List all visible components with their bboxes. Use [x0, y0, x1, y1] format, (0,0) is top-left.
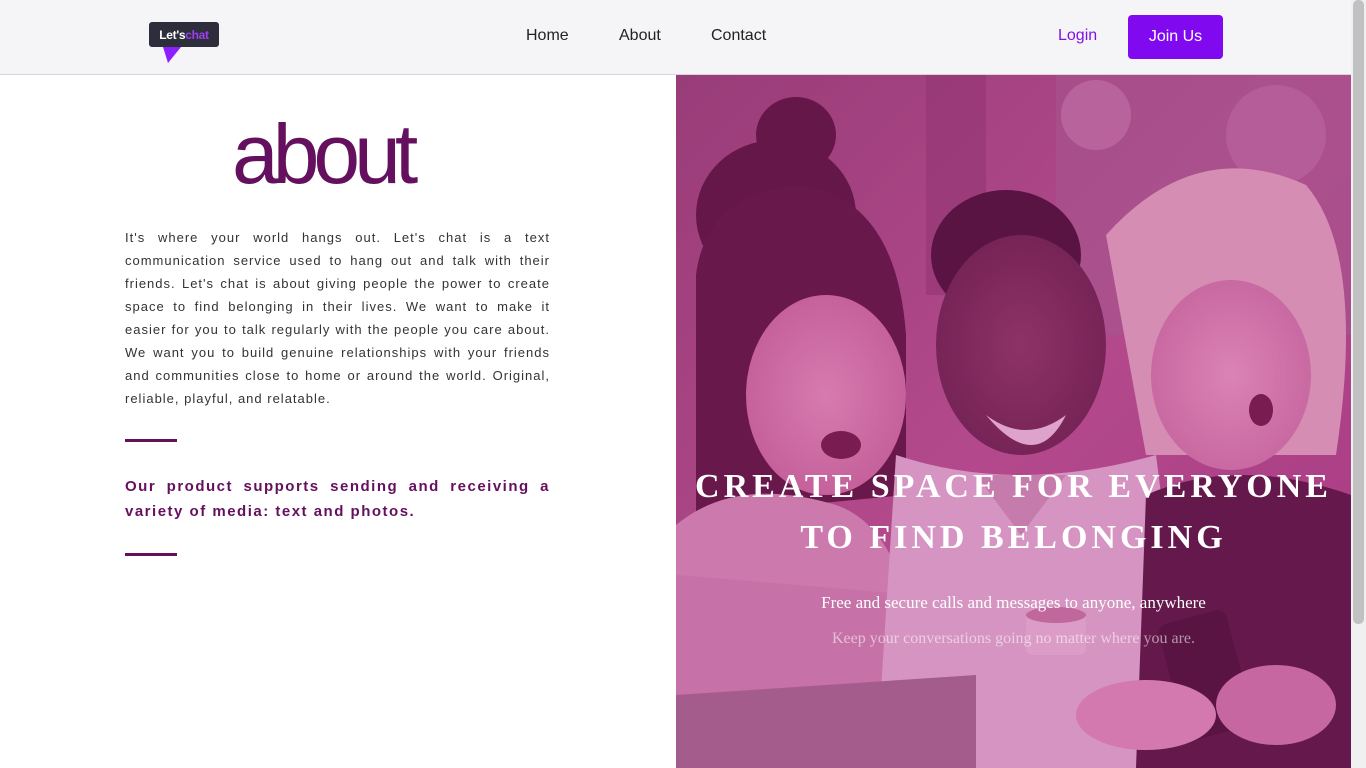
logo-text-lets: Let's — [159, 27, 186, 42]
divider-line — [125, 439, 177, 442]
divider-line — [125, 553, 177, 556]
lets-chat-logo[interactable]: Let's chat — [149, 22, 221, 64]
product-statement: Our product supports sending and receivi… — [125, 478, 550, 520]
nav-home-link[interactable]: Home — [526, 27, 569, 45]
navbar: Let's chat Home About Contact Login Join … — [0, 0, 1351, 75]
logo-bubble: Let's chat — [149, 22, 219, 47]
about-description: It's where your world hangs out. Let's c… — [125, 230, 550, 406]
friends-photo-image — [676, 75, 1351, 768]
vertical-scrollbar[interactable] — [1351, 0, 1366, 768]
about-heading: about — [232, 107, 418, 201]
hero-section: CREATE SPACE FOR EVERYONE TO FIND BELONG… — [676, 75, 1351, 768]
hero-secondary-subtitle: Keep your conversations going no matter … — [832, 630, 1195, 647]
logo-speech-tail-icon — [163, 47, 181, 63]
hero-subtitle: Free and secure calls and messages to an… — [821, 593, 1206, 612]
scrollbar-thumb[interactable] — [1353, 0, 1364, 624]
nav-contact-link[interactable]: Contact — [711, 27, 766, 45]
nav-about-link[interactable]: About — [619, 27, 661, 45]
join-us-button[interactable]: Join Us — [1128, 15, 1223, 59]
hero-title: CREATE SPACE FOR EVERYONE TO FIND BELONG… — [695, 468, 1332, 556]
logo-text-chat: chat — [185, 27, 209, 42]
login-link[interactable]: Login — [1058, 27, 1097, 45]
